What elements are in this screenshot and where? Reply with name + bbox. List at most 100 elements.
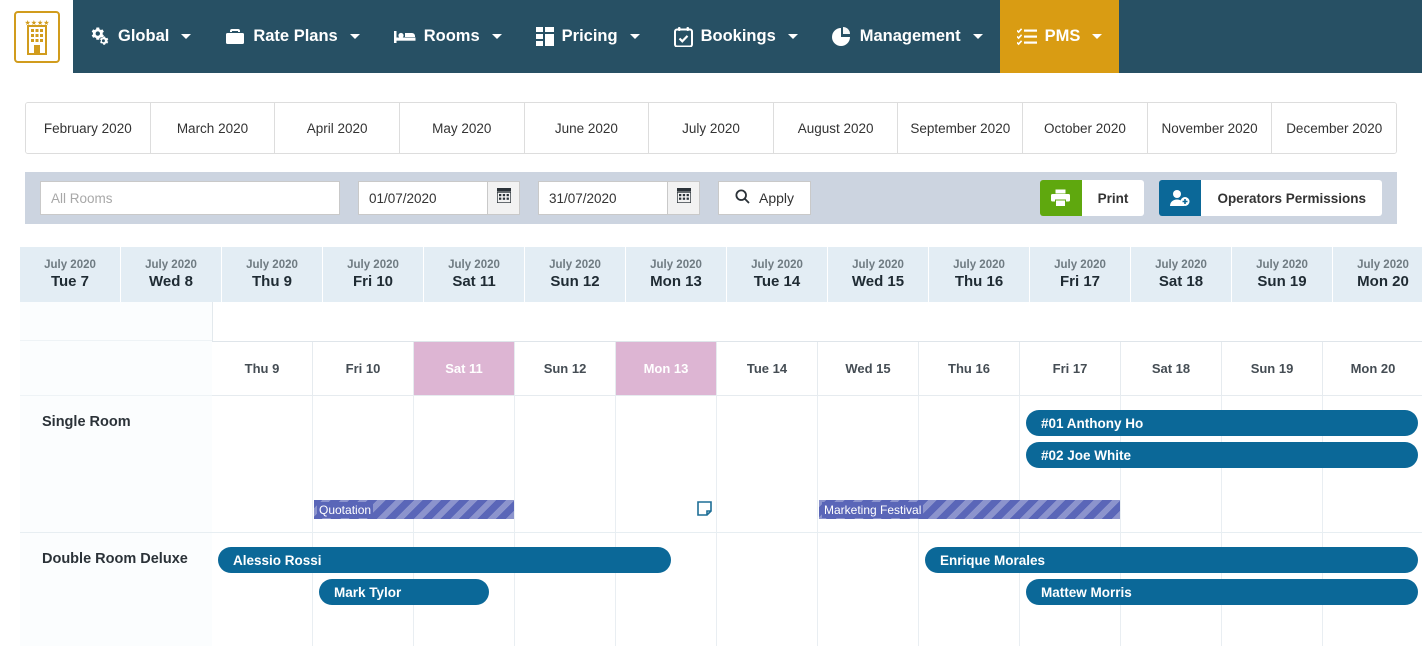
date-header-cell: July 2020 Sun 12 <box>525 247 626 302</box>
month-tab[interactable]: May 2020 <box>399 103 525 153</box>
grid-cell[interactable] <box>717 396 818 532</box>
event-label: Marketing Festival <box>822 501 924 518</box>
nav-item-management[interactable]: Management <box>815 0 1000 73</box>
date-header-month: July 2020 <box>1357 259 1409 272</box>
room-band: #01 Anthony Ho #02 Joe White Quotation Mark… <box>212 396 1422 533</box>
top-navbar: ★★★★ Global Rate Plans Rooms Pricing Boo… <box>0 0 1422 73</box>
date-header-day: Tue 7 <box>50 272 90 290</box>
date-to-input[interactable] <box>538 181 667 215</box>
chevron-down-icon <box>787 34 798 39</box>
date-from-calendar-button[interactable] <box>487 181 520 215</box>
day-name-cell[interactable]: Mon 13 <box>616 342 717 396</box>
calendar-inner: July 2020 Tue 7 July 2020 Wed 8 July 2020 Thu… <box>20 246 1422 646</box>
day-name-cell[interactable]: Mon 20 <box>1323 342 1422 396</box>
month-tab[interactable]: September 2020 <box>898 103 1024 153</box>
month-tab[interactable]: August 2020 <box>773 103 899 153</box>
booking-bar[interactable]: #02 Joe White <box>1026 442 1418 468</box>
date-header-month: July 2020 <box>852 259 904 272</box>
date-header-month: July 2020 <box>44 259 96 272</box>
date-to-calendar-button[interactable] <box>667 181 700 215</box>
nav-item-pricing[interactable]: Pricing <box>519 0 657 73</box>
date-header-month: July 2020 <box>1054 259 1106 272</box>
grid-cell[interactable] <box>212 396 313 532</box>
event-bar[interactable]: Quotation <box>314 500 514 519</box>
date-header-day: Mon 13 <box>650 272 702 290</box>
booking-bar[interactable]: Mattew Morris <box>1026 579 1418 605</box>
day-name-cell[interactable]: Fri 10 <box>313 342 414 396</box>
day-name-cell[interactable]: Thu 16 <box>919 342 1020 396</box>
month-tab[interactable]: December 2020 <box>1272 103 1396 153</box>
booking-bar[interactable]: Mark Tylor <box>319 579 489 605</box>
chevron-down-icon <box>1092 34 1103 39</box>
booking-bar[interactable]: Enrique Morales <box>925 547 1418 573</box>
calendar-date-header: July 2020 Tue 7 July 2020 Wed 8 July 2020 Thu… <box>20 246 1422 302</box>
nav-item-rate-plans[interactable]: Rate Plans <box>208 0 376 73</box>
apply-label: Apply <box>759 190 795 206</box>
pie-chart-icon <box>831 26 852 47</box>
date-header-month: July 2020 <box>650 259 702 272</box>
grid-cell[interactable] <box>818 533 919 646</box>
day-name-cell[interactable]: Fri 17 <box>1020 342 1121 396</box>
nav-item-global[interactable]: Global <box>73 0 208 73</box>
chevron-down-icon <box>491 34 502 39</box>
month-tab[interactable]: April 2020 <box>275 103 400 153</box>
grid-cell[interactable] <box>717 533 818 646</box>
room-bands: #01 Anthony Ho #02 Joe White Quotation Mark… <box>212 396 1422 646</box>
chevron-down-icon <box>972 34 983 39</box>
month-tab[interactable]: November 2020 <box>1147 103 1273 153</box>
rooms-filter-input[interactable] <box>40 181 340 215</box>
date-header-cell: July 2020 Tue 7 <box>20 247 121 302</box>
month-tab[interactable]: February 2020 <box>26 103 151 153</box>
date-header-day: Thu 9 <box>252 272 292 290</box>
month-tab[interactable]: March 2020 <box>150 103 276 153</box>
date-from-group <box>358 181 520 215</box>
day-name-cell[interactable]: Tue 14 <box>717 342 818 396</box>
month-tab[interactable]: July 2020 <box>649 103 774 153</box>
day-name-cell[interactable]: Thu 9 <box>212 342 313 396</box>
date-header-cell: July 2020 Thu 9 <box>222 247 323 302</box>
room-band: Alessio Rossi Mark Tylor Enrique Morales Ma… <box>212 533 1422 646</box>
operators-permissions-button[interactable]: Operators Permissions <box>1159 180 1382 216</box>
booking-bar[interactable]: #01 Anthony Ho <box>1026 410 1418 436</box>
apply-button[interactable]: Apply <box>718 181 812 215</box>
calendar-check-icon <box>673 26 693 47</box>
day-name-cell[interactable]: Sat 11 <box>414 342 515 396</box>
day-name-cell[interactable]: Sun 19 <box>1222 342 1323 396</box>
date-header-cell: July 2020 Thu 16 <box>929 247 1030 302</box>
month-tab[interactable]: June 2020 <box>524 103 650 153</box>
calendar-area: July 2020 Tue 7 July 2020 Wed 8 July 2020 Thu… <box>0 246 1422 646</box>
calendar-icon <box>675 188 692 208</box>
event-label: Quotation <box>317 501 374 518</box>
brand-logo[interactable]: ★★★★ <box>0 0 73 73</box>
roomcol-spacer-header <box>20 341 212 396</box>
room-name-column: Single Room Double Room Deluxe <box>20 302 212 646</box>
grid-cell[interactable] <box>515 396 616 532</box>
nav-label-rate-plans: Rate Plans <box>253 27 338 45</box>
date-header-cell: July 2020 Fri 17 <box>1030 247 1131 302</box>
day-name-cell[interactable]: Sat 18 <box>1121 342 1222 396</box>
day-name-cell[interactable]: Wed 15 <box>818 342 919 396</box>
room-name-cell[interactable]: Single Room <box>20 396 212 533</box>
date-from-input[interactable] <box>358 181 487 215</box>
nav-item-pms[interactable]: PMS <box>999 0 1120 73</box>
booking-bar[interactable]: Alessio Rossi <box>218 547 671 573</box>
roomcol-spacer-top <box>20 302 212 341</box>
nav-item-bookings[interactable]: Bookings <box>657 0 815 73</box>
day-name-cell[interactable]: Sun 12 <box>515 342 616 396</box>
print-button[interactable]: Print <box>1039 180 1145 216</box>
date-header-day: Sun 12 <box>550 272 600 290</box>
nav-item-rooms[interactable]: Rooms <box>377 0 519 73</box>
chevron-down-icon <box>629 34 640 39</box>
event-bar[interactable]: Marketing Festival <box>819 500 1120 519</box>
note-icon[interactable] <box>697 501 712 516</box>
checklist-icon <box>1016 27 1037 46</box>
date-header-cell: July 2020 Sat 11 <box>424 247 525 302</box>
date-header-day: Sat 18 <box>1158 272 1204 290</box>
user-permissions-icon <box>1159 180 1202 216</box>
room-name-cell[interactable]: Double Room Deluxe <box>20 533 212 646</box>
nav-label-pms: PMS <box>1044 27 1081 45</box>
month-tab[interactable]: October 2020 <box>1023 103 1148 153</box>
print-label: Print <box>1081 180 1145 216</box>
date-header-month: July 2020 <box>246 259 298 272</box>
day-name-row: Thu 9 Fri 10 Sat 11 Sun 12 Mon 13 Tue 14 Wed 1… <box>212 341 1422 396</box>
